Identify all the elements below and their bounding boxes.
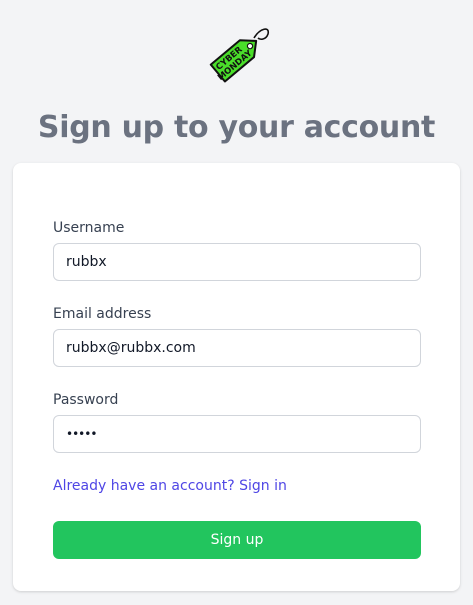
- password-label: Password: [53, 392, 119, 408]
- cyber-monday-logo: CYBER MONDAY: [204, 22, 270, 88]
- signup-card: Username rubbx Email address rubbx@rubbx…: [13, 163, 460, 591]
- username-input[interactable]: rubbx: [53, 243, 421, 281]
- email-input[interactable]: rubbx@rubbx.com: [53, 329, 421, 367]
- signup-button[interactable]: Sign up: [53, 521, 421, 559]
- page-title: Sign up to your account: [37, 110, 436, 145]
- email-label: Email address: [53, 306, 152, 322]
- password-input[interactable]: •••••: [53, 415, 421, 453]
- username-label: Username: [53, 220, 125, 236]
- signin-link[interactable]: Already have an account? Sign in: [53, 476, 287, 496]
